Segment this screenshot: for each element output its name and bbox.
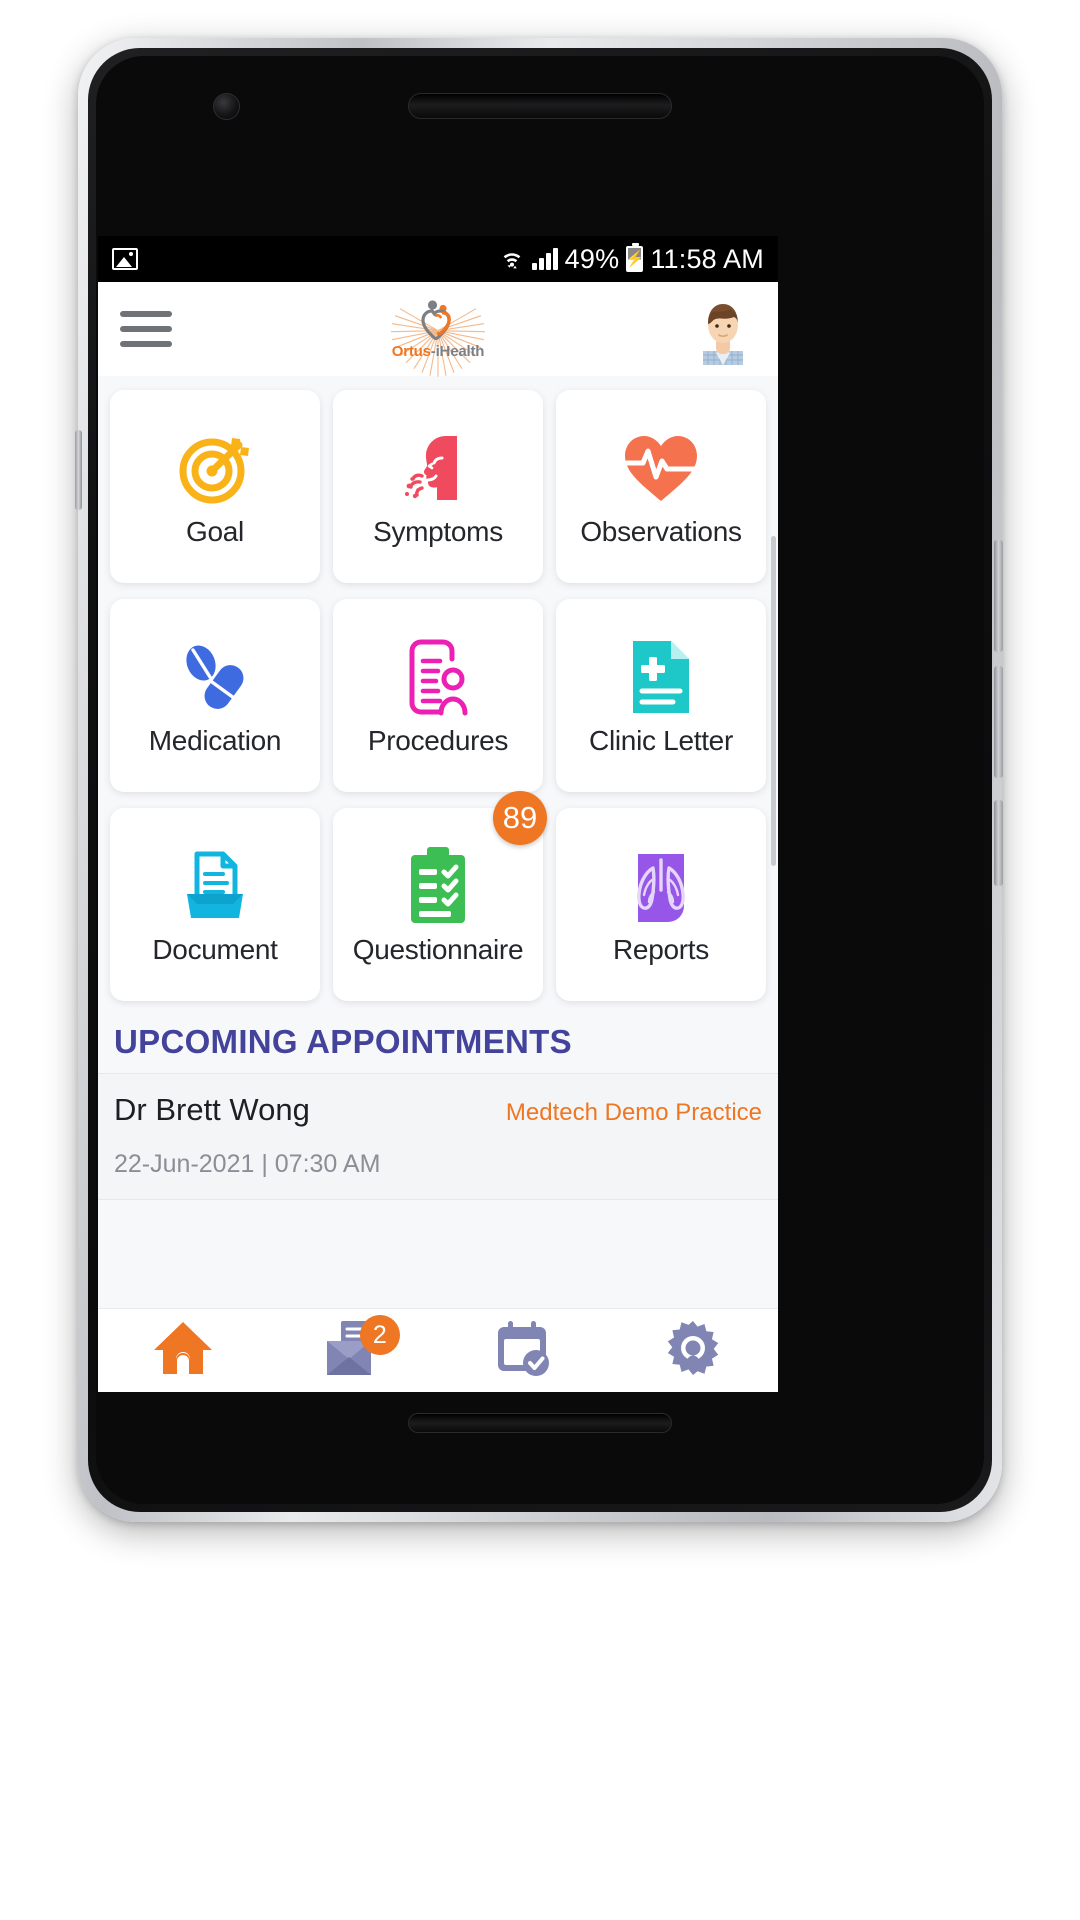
battery-percent-label: 49% [564,243,620,274]
tile-label: Document [152,933,278,965]
gear-icon [662,1319,724,1382]
tile-reports[interactable]: Reports [556,808,766,1001]
tile-observations[interactable]: Observations [556,390,766,583]
logo-wordmark: Ortus-iHealth [391,342,485,360]
tile-label: Medication [148,724,282,756]
phone-volume-up-button[interactable] [994,540,1003,652]
tile-procedures[interactable]: Procedures [333,599,543,792]
tile-label: Goal [186,515,244,547]
tile-clinic-letter[interactable]: Clinic Letter [556,599,766,792]
calendar-check-icon [492,1319,554,1382]
messages-badge: 2 [359,1315,400,1355]
app-logo: Ortus-iHealth [363,283,513,377]
bottom-navigation-bar: 2 [98,1308,778,1392]
lungs-xray-icon [622,844,700,928]
clipboard-person-icon [398,635,478,719]
pills-capsule-icon [175,635,255,719]
appointment-row-top: Dr Brett Wong Medtech Demo Practice [114,1092,762,1128]
status-bar-left [112,248,138,270]
status-bar-right: 49% 11:58 AM [499,243,764,275]
tile-medication[interactable]: Medication [110,599,320,792]
status-bar-clock: 11:58 AM [650,243,764,274]
target-goal-icon [175,426,255,510]
scrollbar-thumb[interactable] [771,536,776,866]
image-icon [112,248,138,270]
upcoming-appointments-section: UPCOMING APPOINTMENTS Dr Brett Wong Medt… [98,1005,778,1350]
tile-document[interactable]: Document [110,808,320,1001]
nav-item-home[interactable] [98,1309,268,1392]
appointment-datetime: 22-Jun-2021 | 07:30 AM [114,1150,381,1178]
tile-label: Observations [580,515,742,547]
cellular-signal-icon [532,248,558,270]
front-camera-icon [213,93,240,120]
home-icon [152,1319,214,1382]
app-header: Ortus-iHealth [98,282,778,377]
hamburger-menu-icon[interactable] [120,302,172,356]
tile-label: Procedures [367,724,509,756]
status-bar: 49% 11:58 AM [98,236,778,282]
appointment-doctor-name: Dr Brett Wong [114,1092,310,1127]
logo-text-primary: Ortus [391,342,431,360]
nav-item-settings[interactable] [608,1309,778,1392]
phone-screen: 49% 11:58 AM [98,236,778,1392]
phone-volume-down-button[interactable] [994,666,1003,778]
phone-power-button[interactable] [994,800,1003,886]
tile-label: Clinic Letter [589,724,733,756]
tile-symptoms[interactable]: Symptoms [333,390,543,583]
tile-goal[interactable]: Goal [110,390,320,583]
appointment-practice-name: Medtech Demo Practice [505,1099,762,1126]
checklist-clipboard-icon [403,844,473,928]
nav-item-appointments[interactable] [438,1309,608,1392]
logo-text-secondary: -iHealth [430,342,485,360]
questionnaire-badge: 89 [493,791,547,845]
appointment-row[interactable]: Dr Brett Wong Medtech Demo Practice 22-J… [98,1073,778,1200]
phone-left-button[interactable] [75,430,82,510]
tile-label: Questionnaire [352,933,524,965]
tile-label: Reports [613,933,709,965]
battery-charging-icon [626,243,644,272]
tile-label: Symptoms [373,515,503,547]
wifi-icon [499,246,525,272]
document-scan-icon [175,844,255,928]
ortus-ihealth-logo-icon [421,299,451,340]
nav-item-messages[interactable]: 2 [268,1309,438,1392]
heart-pulse-icon [619,426,703,510]
feature-tile-grid: Goal Symptoms Observations Medication Pr… [98,376,778,1005]
medical-document-icon [625,635,697,719]
sneezing-head-icon [398,426,478,510]
user-avatar-icon[interactable] [690,293,756,365]
bottom-speaker-grille [408,1413,672,1433]
earpiece-speaker [408,93,672,119]
tile-questionnaire[interactable]: 89 Questionnaire [333,791,547,1001]
section-title: UPCOMING APPOINTMENTS [114,1023,572,1060]
